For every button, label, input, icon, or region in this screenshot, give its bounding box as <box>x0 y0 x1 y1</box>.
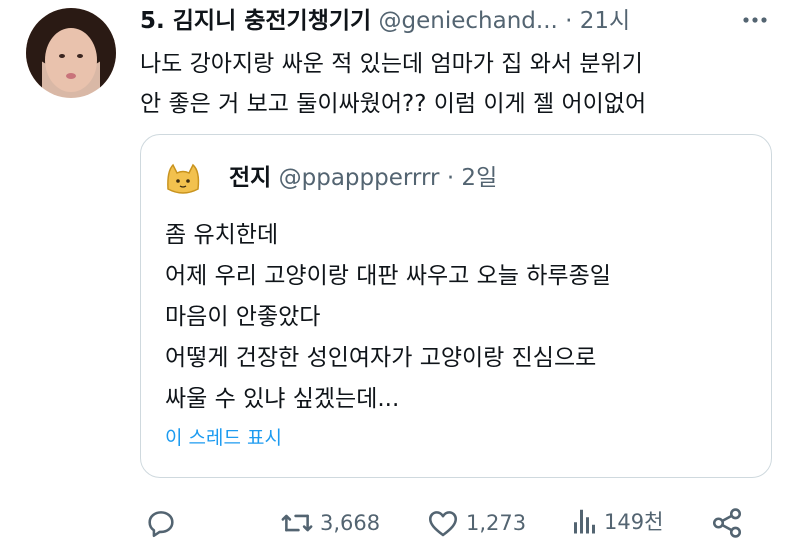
tweet-time[interactable]: · 21시 <box>565 8 630 34</box>
share-icon <box>712 508 742 538</box>
avatar-photo <box>26 8 116 98</box>
author-avatar[interactable] <box>26 8 116 98</box>
views-count: 149천 <box>604 510 664 534</box>
retweet-count: 3,668 <box>320 511 381 535</box>
reply-icon <box>148 511 174 538</box>
tweet-actions: 3,668 1,273 149천 <box>140 500 780 550</box>
like-count: 1,273 <box>466 511 527 535</box>
more-options-icon[interactable] <box>740 8 770 32</box>
retweet-button[interactable]: 3,668 <box>280 506 380 540</box>
share-button[interactable] <box>710 506 744 540</box>
quote-header: 전지 @ppappperrrr · 2일 <box>229 161 497 195</box>
tweet-header: 5. 김지니 충전기챙기기 @geniechand... · 21시 <box>140 6 740 36</box>
quote-author-name[interactable]: 전지 <box>229 165 271 191</box>
quote-text: 좀 유치한데 어제 우리 고양이랑 대판 싸우고 오늘 하루종일 마음이 안좋았… <box>165 222 611 412</box>
views-button[interactable]: 149천 <box>570 506 663 536</box>
show-thread-link[interactable]: 이 스레드 표시 <box>165 423 282 450</box>
heart-icon <box>428 511 458 537</box>
views-icon <box>574 509 595 534</box>
like-button[interactable]: 1,273 <box>426 506 526 540</box>
author-handle[interactable]: @geniechand... <box>379 8 558 34</box>
quote-author-avatar[interactable] <box>163 159 203 199</box>
reply-button[interactable] <box>144 506 178 540</box>
retweet-icon <box>281 514 313 532</box>
quoted-tweet[interactable]: 전지 @ppappperrrr · 2일 좀 유치한데 어제 우리 고양이랑 대… <box>140 134 772 478</box>
tweet-text: 나도 강아지랑 싸운 적 있는데 엄마가 집 와서 분위기 안 좋은 거 보고 … <box>140 51 647 117</box>
quote-time[interactable]: · 2일 <box>447 165 497 191</box>
cat-face-icon <box>167 163 200 194</box>
quote-author-handle[interactable]: @ppappperrrr <box>279 165 440 191</box>
author-name[interactable]: 5. 김지니 충전기챙기기 <box>140 8 371 34</box>
